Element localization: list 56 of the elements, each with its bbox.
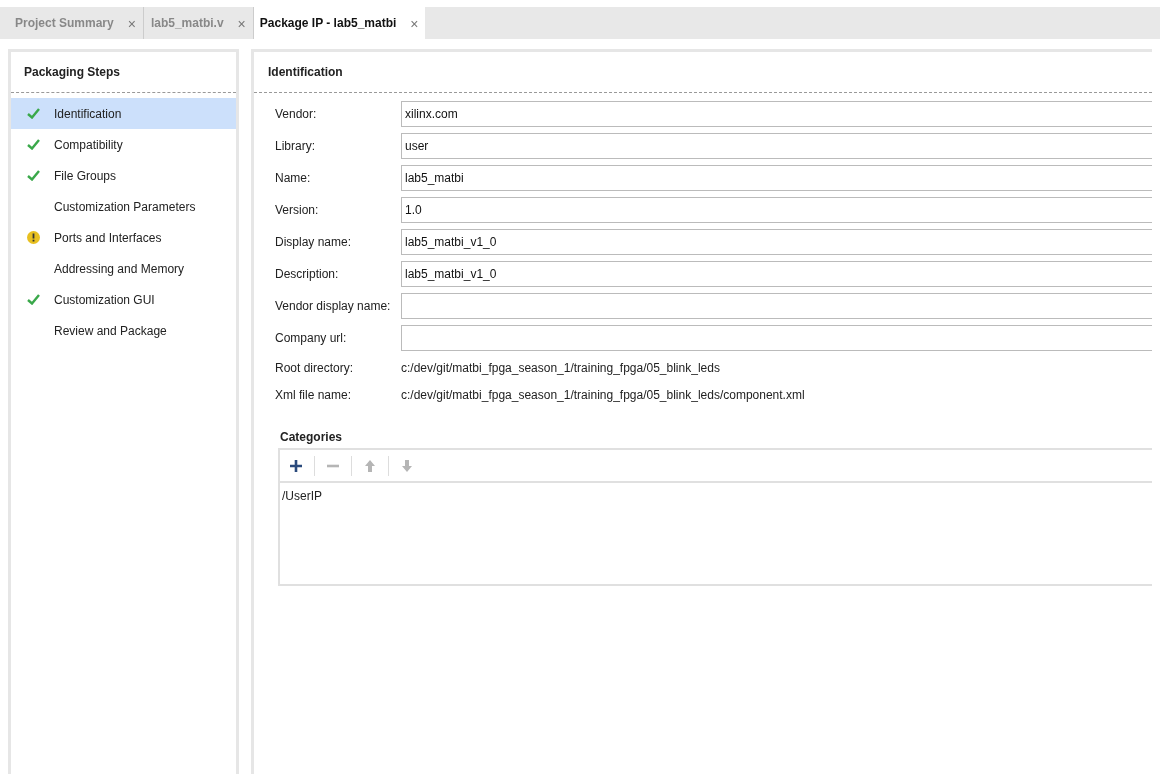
field-label: Description: bbox=[275, 266, 340, 283]
step-item[interactable]: Ports and Interfaces bbox=[11, 222, 236, 253]
close-icon[interactable]: × bbox=[127, 11, 136, 35]
step-label: Customization Parameters bbox=[54, 198, 196, 216]
path-text: c:/dev/git/matbi_fpga_season_1/training_fpga/05_blink_leds bbox=[401, 359, 720, 377]
field-label: Xml file name: bbox=[275, 386, 353, 404]
checkmark-icon bbox=[26, 108, 40, 119]
arrow-down-icon bbox=[400, 458, 414, 473]
tab-label: lab5_matbi.v bbox=[150, 15, 224, 32]
field-label: Display name: bbox=[275, 234, 353, 251]
text-field[interactable]: xilinx.com bbox=[401, 101, 1152, 127]
panel-title: Identification bbox=[267, 64, 344, 81]
step-item[interactable]: Review and Package bbox=[11, 315, 236, 346]
field-label: Root directory: bbox=[275, 359, 355, 377]
step-label: Ports and Interfaces bbox=[54, 229, 162, 247]
tab[interactable]: Project Summary × bbox=[8, 7, 143, 39]
text-field[interactable]: lab5_matbi_v1_0 bbox=[401, 261, 1152, 287]
field-label: Vendor display name: bbox=[275, 298, 392, 315]
step-item[interactable]: Compatibility bbox=[11, 129, 236, 160]
add-icon bbox=[289, 458, 303, 473]
path-text: c:/dev/git/matbi_fpga_season_1/training_fpga/05_blink_leds/component.xml bbox=[401, 386, 805, 404]
arrow-up-icon bbox=[363, 458, 377, 473]
text-field[interactable] bbox=[401, 325, 1152, 351]
field-label: Vendor: bbox=[275, 106, 318, 123]
tab-label: Package IP - lab5_matbi bbox=[259, 15, 397, 32]
step-item[interactable]: Identification bbox=[11, 98, 236, 129]
tab[interactable]: Package IP - lab5_matbi × bbox=[252, 7, 425, 39]
checkmark-icon bbox=[26, 170, 40, 181]
warning-icon bbox=[26, 231, 40, 244]
panel-title: Packaging Steps bbox=[23, 64, 122, 81]
step-label: Compatibility bbox=[54, 136, 123, 154]
text-field[interactable]: user bbox=[401, 133, 1152, 159]
close-icon[interactable]: × bbox=[410, 11, 419, 35]
field-label: Company url: bbox=[275, 330, 348, 347]
close-icon[interactable]: × bbox=[237, 11, 246, 35]
step-label: Addressing and Memory bbox=[54, 260, 185, 278]
step-label: File Groups bbox=[54, 167, 117, 185]
field-label: Library: bbox=[275, 138, 316, 155]
text-field[interactable]: lab5_matbi bbox=[401, 165, 1152, 191]
text-field[interactable] bbox=[401, 293, 1152, 319]
step-label: Customization GUI bbox=[54, 291, 155, 309]
step-item[interactable]: Customization Parameters bbox=[11, 191, 236, 222]
checkmark-icon bbox=[26, 139, 40, 150]
field-label: Version: bbox=[275, 202, 320, 219]
step-label: Identification bbox=[54, 105, 122, 123]
field-label: Name: bbox=[275, 170, 312, 187]
text-field[interactable]: lab5_matbi_v1_0 bbox=[401, 229, 1152, 255]
section-title: Categories bbox=[279, 429, 344, 446]
text-field[interactable]: 1.0 bbox=[401, 197, 1152, 223]
category-item[interactable]: /UserIP bbox=[282, 487, 1152, 505]
step-item[interactable]: File Groups bbox=[11, 160, 236, 191]
checkmark-icon bbox=[26, 294, 40, 305]
step-item[interactable]: Addressing and Memory bbox=[11, 253, 236, 284]
step-label: Review and Package bbox=[54, 322, 167, 340]
tab-label: Project Summary bbox=[15, 15, 114, 32]
step-item[interactable]: Customization GUI bbox=[11, 284, 236, 315]
